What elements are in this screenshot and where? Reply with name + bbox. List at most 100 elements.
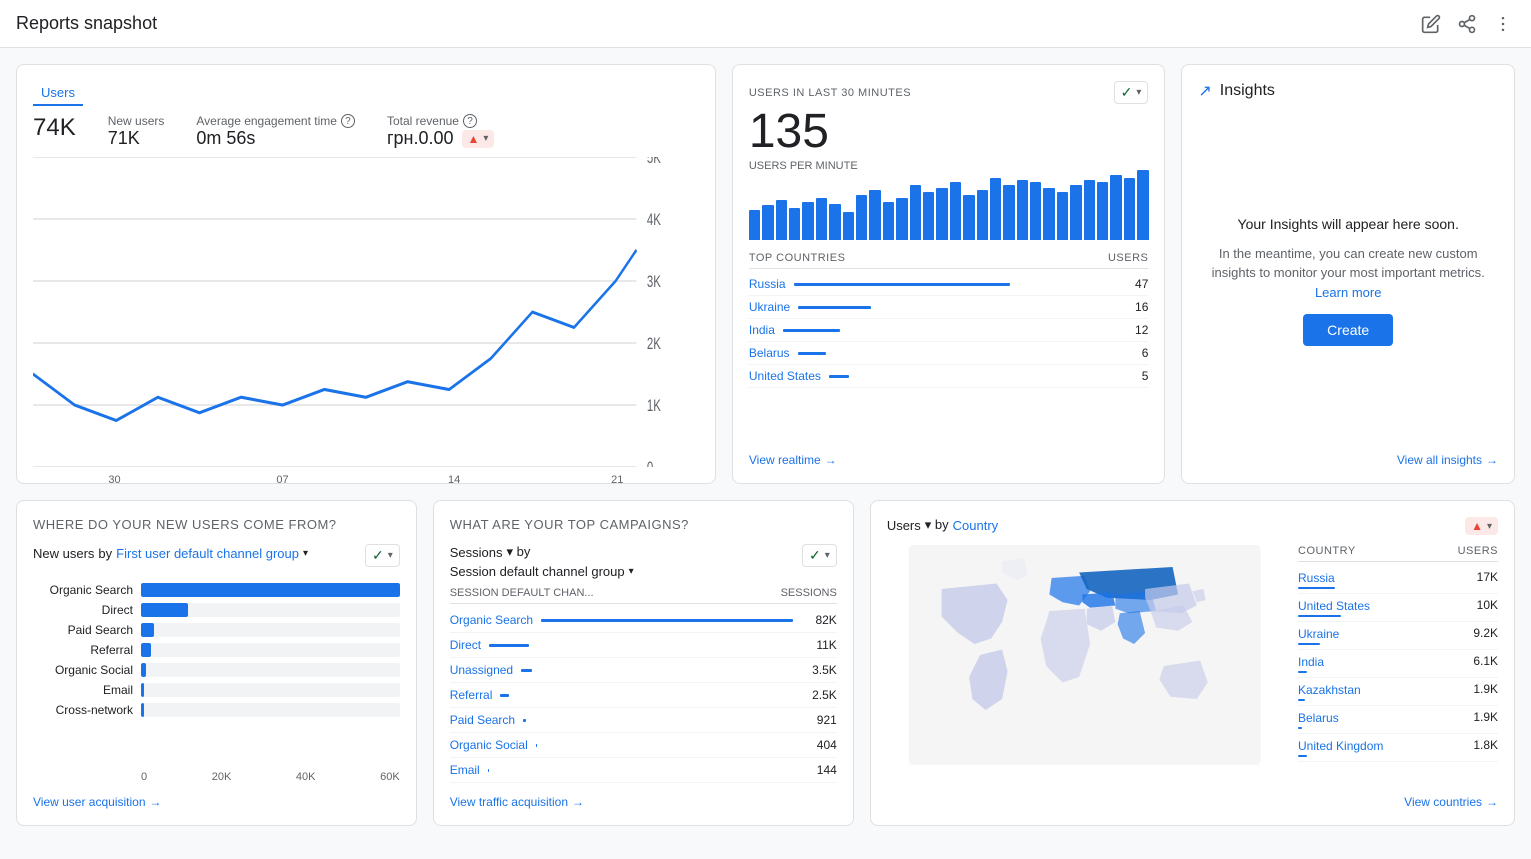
session-channel[interactable]: Referral — [450, 688, 493, 702]
country-table-row: Belarus 1.9K — [1298, 706, 1498, 734]
revenue-info-icon[interactable]: ? — [463, 114, 477, 128]
country-name[interactable]: Russia — [749, 277, 786, 291]
dropdown-caret-icon[interactable]: ▾ — [303, 548, 308, 559]
map-warning-badge[interactable]: ▲ ▾ — [1465, 517, 1498, 535]
mini-bar — [950, 182, 961, 240]
x-40k: 40K — [296, 771, 316, 783]
mini-bar — [776, 200, 787, 240]
col-country-label: COUNTRY — [1298, 545, 1356, 557]
mini-bar — [802, 202, 813, 240]
country-name[interactable]: Belarus — [749, 346, 790, 360]
session-dropdown-caret-icon[interactable]: ▾ — [629, 566, 634, 577]
country-row: Russia 47 — [749, 273, 1149, 296]
header-actions — [1419, 12, 1515, 36]
revenue-warning-badge[interactable]: ▲ ▾ — [462, 130, 495, 148]
session-bar-wrap — [521, 669, 793, 672]
revenue-label: Total revenue ? — [387, 114, 494, 128]
map-caret-icon: ▾ — [1487, 521, 1492, 532]
bar-wrap — [141, 703, 400, 717]
learn-more-link[interactable]: Learn more — [1315, 285, 1381, 300]
session-channel[interactable]: Paid Search — [450, 713, 515, 727]
avg-eng-value: 0m 56s — [196, 128, 355, 149]
edit-icon[interactable] — [1419, 12, 1443, 36]
users-col-label: USERS — [1108, 252, 1148, 264]
users-from-status-badge[interactable]: ✓ ▾ — [365, 544, 400, 567]
bar-label: Paid Search — [33, 623, 133, 637]
mini-bar — [789, 208, 800, 240]
ct-val: 1.8K — [1473, 738, 1498, 757]
mini-bar — [816, 198, 827, 240]
svg-text:1K: 1K — [647, 397, 661, 416]
campaigns-subtitle: Sessions ▾ by Session default channel gr… — [450, 544, 634, 579]
view-all-insights-link[interactable]: View all insights → — [1198, 445, 1498, 467]
rt-header: USERS IN LAST 30 MINUTES ✓ ▾ — [749, 81, 1149, 104]
more-icon[interactable] — [1491, 12, 1515, 36]
users-value: 74K — [33, 114, 76, 142]
ct-name[interactable]: Russia — [1298, 571, 1335, 585]
bar-wrap — [141, 603, 400, 617]
avg-eng-info-icon[interactable]: ? — [341, 114, 355, 128]
view-countries-link[interactable]: View countries → — [887, 787, 1498, 809]
bar-label: Organic Search — [33, 583, 133, 597]
rt-status-badge[interactable]: ✓ ▾ — [1114, 81, 1149, 104]
session-channel[interactable]: Organic Search — [450, 613, 533, 627]
view-user-acq-link[interactable]: View user acquisition → — [33, 783, 400, 809]
session-channel[interactable]: Email — [450, 763, 480, 777]
mini-bar — [1030, 182, 1041, 240]
country-name[interactable]: India — [749, 323, 775, 337]
sessions-subtitle: Sessions ▾ by — [450, 544, 634, 560]
country-bar-wrap — [794, 283, 1117, 286]
country-cell: India — [1298, 654, 1324, 673]
country-group-dropdown[interactable]: Country — [953, 518, 999, 533]
ct-name[interactable]: Kazakhstan — [1298, 683, 1361, 697]
country-table: COUNTRY USERS Russia 17K United States 1… — [1298, 545, 1498, 783]
realtime-card: USERS IN LAST 30 MINUTES ✓ ▾ 135 USERS P… — [732, 64, 1166, 484]
campaigns-caret-icon: ▾ — [825, 550, 830, 561]
bar — [141, 583, 400, 597]
session-bar — [521, 669, 532, 672]
view-realtime-link[interactable]: View realtime → — [749, 445, 1149, 467]
x-60k: 60K — [380, 771, 400, 783]
world-map — [887, 545, 1282, 783]
country-name[interactable]: United States — [749, 369, 821, 383]
ct-bar — [1298, 671, 1307, 673]
session-bar — [488, 769, 489, 772]
session-channel[interactable]: Unassigned — [450, 663, 513, 677]
x-label-1: 30Apr — [108, 474, 125, 484]
country-name[interactable]: Ukraine — [749, 300, 790, 314]
session-channel[interactable]: Organic Social — [450, 738, 528, 752]
session-row: Organic Social 404 — [450, 733, 837, 758]
ct-name[interactable]: India — [1298, 655, 1324, 669]
country-bar — [783, 329, 840, 332]
mini-bar — [1084, 180, 1095, 240]
users-card: Users 74K New users 71K Average engageme… — [16, 64, 716, 484]
country-table-row: Russia 17K — [1298, 566, 1498, 594]
session-bar-wrap — [536, 744, 793, 747]
check-icon: ✓ — [372, 547, 384, 564]
insights-main-text: Your Insights will appear here soon. — [1238, 216, 1459, 232]
session-group-dropdown[interactable]: Session default channel group — [450, 564, 625, 579]
bar-label: Direct — [33, 603, 133, 617]
create-insights-button[interactable]: Create — [1303, 314, 1393, 346]
mini-bar — [762, 205, 773, 240]
ct-name[interactable]: Belarus — [1298, 711, 1339, 725]
session-channel[interactable]: Direct — [450, 638, 481, 652]
country-row: United States 5 — [749, 365, 1149, 388]
view-traffic-acq-link[interactable]: View traffic acquisition → — [450, 783, 837, 809]
tab-users[interactable]: Users — [33, 81, 83, 106]
col-channel-label: SESSION DEFAULT CHAN... — [450, 587, 594, 599]
check-icon: ✓ — [809, 547, 821, 564]
insights-trend-icon: ↗ — [1198, 81, 1211, 101]
country-row: Belarus 6 — [749, 342, 1149, 365]
country-bar-wrap — [798, 352, 1117, 355]
ct-name[interactable]: Ukraine — [1298, 627, 1339, 641]
check-icon: ✓ — [1121, 84, 1133, 101]
ct-name[interactable]: United States — [1298, 599, 1370, 613]
share-icon[interactable] — [1455, 12, 1479, 36]
ct-name[interactable]: United Kingdom — [1298, 739, 1383, 753]
mini-bar — [883, 202, 894, 240]
channel-group-dropdown[interactable]: First user default channel group — [116, 546, 299, 561]
campaigns-status-badge[interactable]: ✓ ▾ — [802, 544, 837, 567]
world-map-svg — [887, 545, 1282, 765]
mini-bar — [1043, 188, 1054, 240]
